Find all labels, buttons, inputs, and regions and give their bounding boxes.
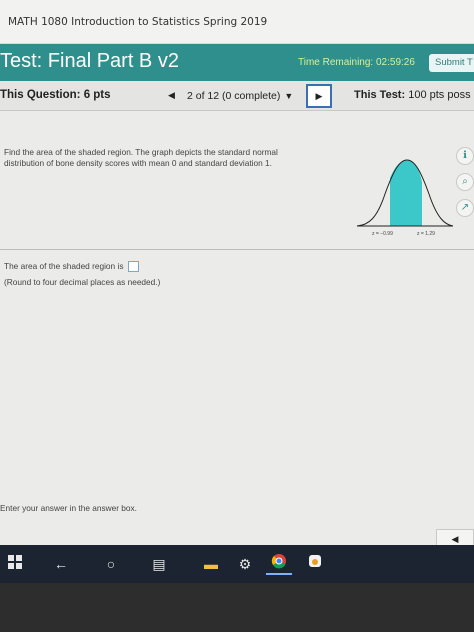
course-title: MATH 1080 Introduction to Statistics Spr… [8,16,268,28]
enter-answer-instruction: Enter your answer in the answer box. [0,503,137,513]
problem-text: Find the area of the shaded region. The … [4,147,278,168]
chevron-down-icon: ▼ [284,91,294,101]
submit-test-button[interactable]: Submit T [429,54,474,72]
file-explorer-icon[interactable]: ▬ [200,553,222,575]
scroll-left-button[interactable]: ◀ [436,529,474,545]
z-left-label: z = −0.99 [372,231,393,237]
normal-curve-graph: z = −0.99 z = 1.29 [356,159,454,237]
answer-prompt: The area of the shaded region is [4,261,124,271]
question-counter: 2 of 12 (0 complete) [187,90,281,102]
settings-icon[interactable]: ⚙ [234,553,256,575]
external-link-icon[interactable]: ↗ [456,199,474,217]
side-toolbar: ℹ ⌕ ↗ [456,147,474,225]
previous-question-icon[interactable]: ◀ [168,90,175,101]
next-question-icon: ▶ [315,91,323,101]
this-test-label: This Test: [354,89,406,101]
device-bezel [0,583,474,632]
answer-prompt-line: The area of the shaded region is [4,261,139,273]
browser-screen: MATH 1080 Introduction to Statistics Spr… [0,0,474,545]
back-icon[interactable]: ← [50,553,72,575]
rounding-instruction: (Round to four decimal places as needed.… [4,277,161,287]
chrome-icon[interactable] [266,553,292,575]
z-right-label: z = 1.29 [417,231,435,237]
answer-input[interactable] [127,261,139,273]
course-header: MATH 1080 Introduction to Statistics Spr… [0,0,474,44]
section-divider [0,249,474,250]
task-view-icon[interactable]: ▤ [148,553,170,575]
question-selector[interactable]: 2 of 12 (0 complete) ▼ [187,86,303,106]
windows-taskbar: ← ○ ▤ ▬ ⚙ [0,545,474,583]
app-icon[interactable] [304,553,326,575]
question-content: Find the area of the shaded region. The … [0,111,474,545]
search-icon[interactable]: ⌕ [456,173,474,191]
cortana-icon[interactable]: ○ [100,553,122,575]
question-nav-bar: This Question: 6 pts ◀ 2 of 12 (0 comple… [0,81,474,111]
this-question-points: This Question: 6 pts [0,89,111,101]
test-title: Test: Final Part B v2 [0,50,179,72]
help-icon[interactable]: ℹ [456,147,474,165]
next-question-button[interactable]: ▶ [306,84,332,108]
test-header: Test: Final Part B v2 Time Remaining: 02… [0,44,474,81]
this-test-value: 100 pts poss [408,89,471,101]
this-test-points: This Test: 100 pts poss [354,89,471,101]
windows-icon[interactable] [6,553,24,575]
time-remaining: Time Remaining: 02:59:26 [298,57,415,68]
